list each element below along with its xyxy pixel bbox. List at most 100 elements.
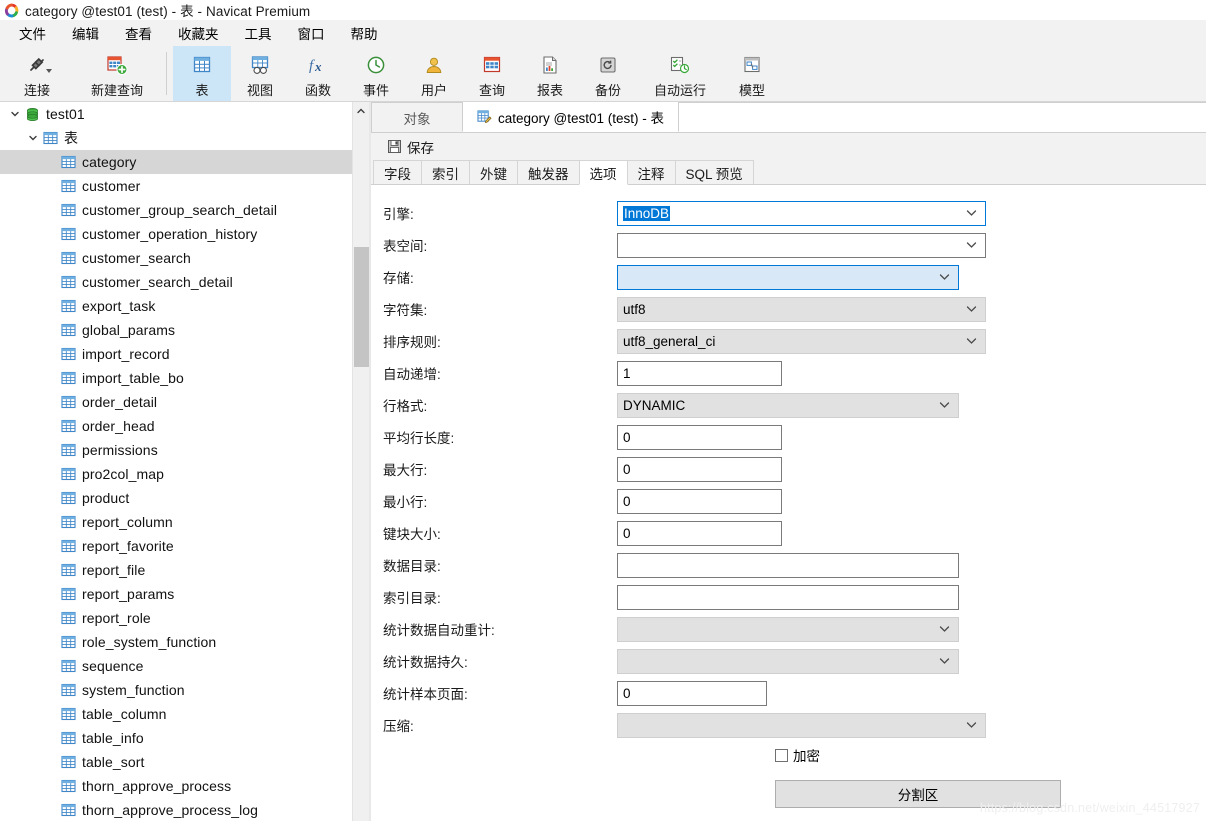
- tab-indexes[interactable]: 索引: [421, 160, 470, 184]
- sidebar-node-tables-folder[interactable]: 表: [0, 126, 369, 150]
- chevron-down-icon[interactable]: [939, 625, 950, 634]
- toolbar-button-backup[interactable]: 备份: [579, 46, 637, 101]
- sidebar-table-item[interactable]: thorn_approve_process: [0, 774, 369, 798]
- tab-triggers[interactable]: 触发器: [517, 160, 580, 184]
- sidebar-scrollbar[interactable]: [352, 102, 369, 821]
- toolbar-button-view[interactable]: 视图: [231, 46, 289, 101]
- sidebar-table-item[interactable]: pro2col_map: [0, 462, 369, 486]
- toolbar-label-model: 模型: [738, 83, 765, 98]
- toolbar-button-new-query[interactable]: 新建查询: [74, 46, 160, 101]
- form-input-compression[interactable]: [617, 712, 986, 738]
- sidebar-table-item[interactable]: category: [0, 150, 369, 174]
- form-input-stats-persistent[interactable]: [617, 648, 959, 674]
- toolbar-button-table[interactable]: 表: [173, 46, 231, 101]
- sidebar-table-item[interactable]: report_column: [0, 510, 369, 534]
- form-input-storage[interactable]: [617, 264, 959, 290]
- toolbar-button-model[interactable]: 模型: [723, 46, 781, 101]
- toolbar-button-automation[interactable]: 自动运行: [637, 46, 723, 101]
- menu-item-edit[interactable]: 编辑: [59, 20, 112, 46]
- sidebar-table-item[interactable]: order_detail: [0, 390, 369, 414]
- sidebar-table-item[interactable]: table_info: [0, 726, 369, 750]
- toolbar-button-connection[interactable]: 连接: [0, 46, 74, 101]
- sidebar-table-item[interactable]: permissions: [0, 438, 369, 462]
- toolbar-button-report[interactable]: 报表: [521, 46, 579, 101]
- form-input-tablespace[interactable]: [617, 232, 986, 258]
- sidebar-table-item[interactable]: customer_group_search_detail: [0, 198, 369, 222]
- sidebar-table-item[interactable]: role_system_function: [0, 630, 369, 654]
- form-input-data-directory[interactable]: [617, 552, 959, 578]
- form-input-stats-auto-recalc[interactable]: [617, 616, 959, 642]
- menu-item-view[interactable]: 查看: [112, 20, 165, 46]
- form-input-min-rows[interactable]: 0: [617, 488, 782, 514]
- sidebar-table-item[interactable]: table_sort: [0, 750, 369, 774]
- menu-item-window[interactable]: 窗口: [285, 20, 338, 46]
- chevron-down-icon[interactable]: [966, 305, 977, 314]
- form-label-collation: 排序规则:: [383, 335, 441, 350]
- sidebar-table-item[interactable]: report_favorite: [0, 534, 369, 558]
- chevron-down-icon[interactable]: [966, 721, 977, 730]
- sidebar-table-item[interactable]: import_record: [0, 342, 369, 366]
- tab-sql-preview[interactable]: SQL 预览: [674, 160, 754, 184]
- sidebar-table-item[interactable]: report_file: [0, 558, 369, 582]
- toolbar-button-user[interactable]: 用户: [405, 46, 463, 101]
- toolbar-button-query[interactable]: 查询: [463, 46, 521, 101]
- tab-comment[interactable]: 注释: [626, 160, 676, 184]
- doc-tab-objects[interactable]: 对象: [371, 102, 463, 132]
- sidebar-table-item[interactable]: system_function: [0, 678, 369, 702]
- sidebar-table-item-label: import_table_bo: [82, 370, 184, 386]
- form-input-index-directory[interactable]: [617, 584, 959, 610]
- doc-tab-table-editor[interactable]: category @test01 (test) - 表: [462, 102, 680, 132]
- chevron-down-icon[interactable]: [46, 69, 52, 73]
- toolbar-group-objects: 表 视图 f x 函数 事件 用户 查询 报表 备份 自动运行 模型: [173, 46, 781, 101]
- sidebar-table-item[interactable]: report_role: [0, 606, 369, 630]
- chevron-down-icon[interactable]: [966, 209, 977, 218]
- chevron-down-icon[interactable]: [966, 241, 977, 250]
- chevron-down-icon[interactable]: [939, 401, 950, 410]
- sidebar-table-item[interactable]: customer_search_detail: [0, 270, 369, 294]
- form-input-engine[interactable]: InnoDB: [617, 200, 986, 226]
- encrypt-checkbox[interactable]: [775, 748, 788, 762]
- sidebar-node-database[interactable]: test01: [0, 102, 369, 126]
- scrollbar-thumb[interactable]: [354, 247, 369, 367]
- form-input-max-rows[interactable]: 0: [617, 456, 782, 482]
- encrypt-checkbox-row[interactable]: 加密: [371, 741, 1206, 769]
- sidebar-table-item[interactable]: customer_operation_history: [0, 222, 369, 246]
- form-input-collation[interactable]: utf8_general_ci: [617, 328, 986, 354]
- tab-foreign-keys[interactable]: 外键: [469, 160, 518, 184]
- save-button[interactable]: 保存: [381, 135, 440, 159]
- form-input-row-format[interactable]: DYNAMIC: [617, 392, 959, 418]
- sidebar-table-item[interactable]: import_table_bo: [0, 366, 369, 390]
- sidebar-table-item[interactable]: report_params: [0, 582, 369, 606]
- sidebar-table-item[interactable]: order_head: [0, 414, 369, 438]
- form-value-engine: InnoDB: [623, 205, 671, 221]
- menu-item-favorites[interactable]: 收藏夹: [165, 20, 232, 46]
- menu-item-help[interactable]: 帮助: [338, 20, 391, 46]
- chevron-down-icon[interactable]: [939, 657, 950, 666]
- chevron-down-icon[interactable]: [8, 109, 22, 119]
- sidebar-table-item[interactable]: table_column: [0, 702, 369, 726]
- sidebar-table-item[interactable]: customer: [0, 174, 369, 198]
- toolbar-button-function[interactable]: f x 函数: [289, 46, 347, 101]
- sidebar-table-item[interactable]: customer_search: [0, 246, 369, 270]
- chevron-down-icon[interactable]: [939, 273, 950, 282]
- menu-item-tools[interactable]: 工具: [232, 20, 285, 46]
- sidebar-table-item[interactable]: export_task: [0, 294, 369, 318]
- form-input-avg-row-length[interactable]: 0: [617, 424, 782, 450]
- chevron-down-icon[interactable]: [26, 133, 40, 143]
- sidebar-table-item[interactable]: thorn_approve_process_log: [0, 798, 369, 821]
- form-input-charset[interactable]: utf8: [617, 296, 986, 322]
- sidebar-table-item[interactable]: global_params: [0, 318, 369, 342]
- sidebar-table-item-label: customer_operation_history: [82, 226, 258, 242]
- sidebar-table-item[interactable]: sequence: [0, 654, 369, 678]
- toolbar-label-view: 视图: [246, 83, 273, 98]
- form-input-stats-sample-pages[interactable]: 0: [617, 680, 767, 706]
- form-input-key-block-size[interactable]: 0: [617, 520, 782, 546]
- menu-item-file[interactable]: 文件: [6, 20, 59, 46]
- form-input-auto-increment[interactable]: 1: [617, 360, 782, 386]
- tab-fields[interactable]: 字段: [373, 160, 422, 184]
- scroll-up-button[interactable]: [353, 102, 369, 119]
- tab-options[interactable]: 选项: [578, 160, 628, 185]
- toolbar-button-event[interactable]: 事件: [347, 46, 405, 101]
- sidebar-table-item[interactable]: product: [0, 486, 369, 510]
- chevron-down-icon[interactable]: [966, 337, 977, 346]
